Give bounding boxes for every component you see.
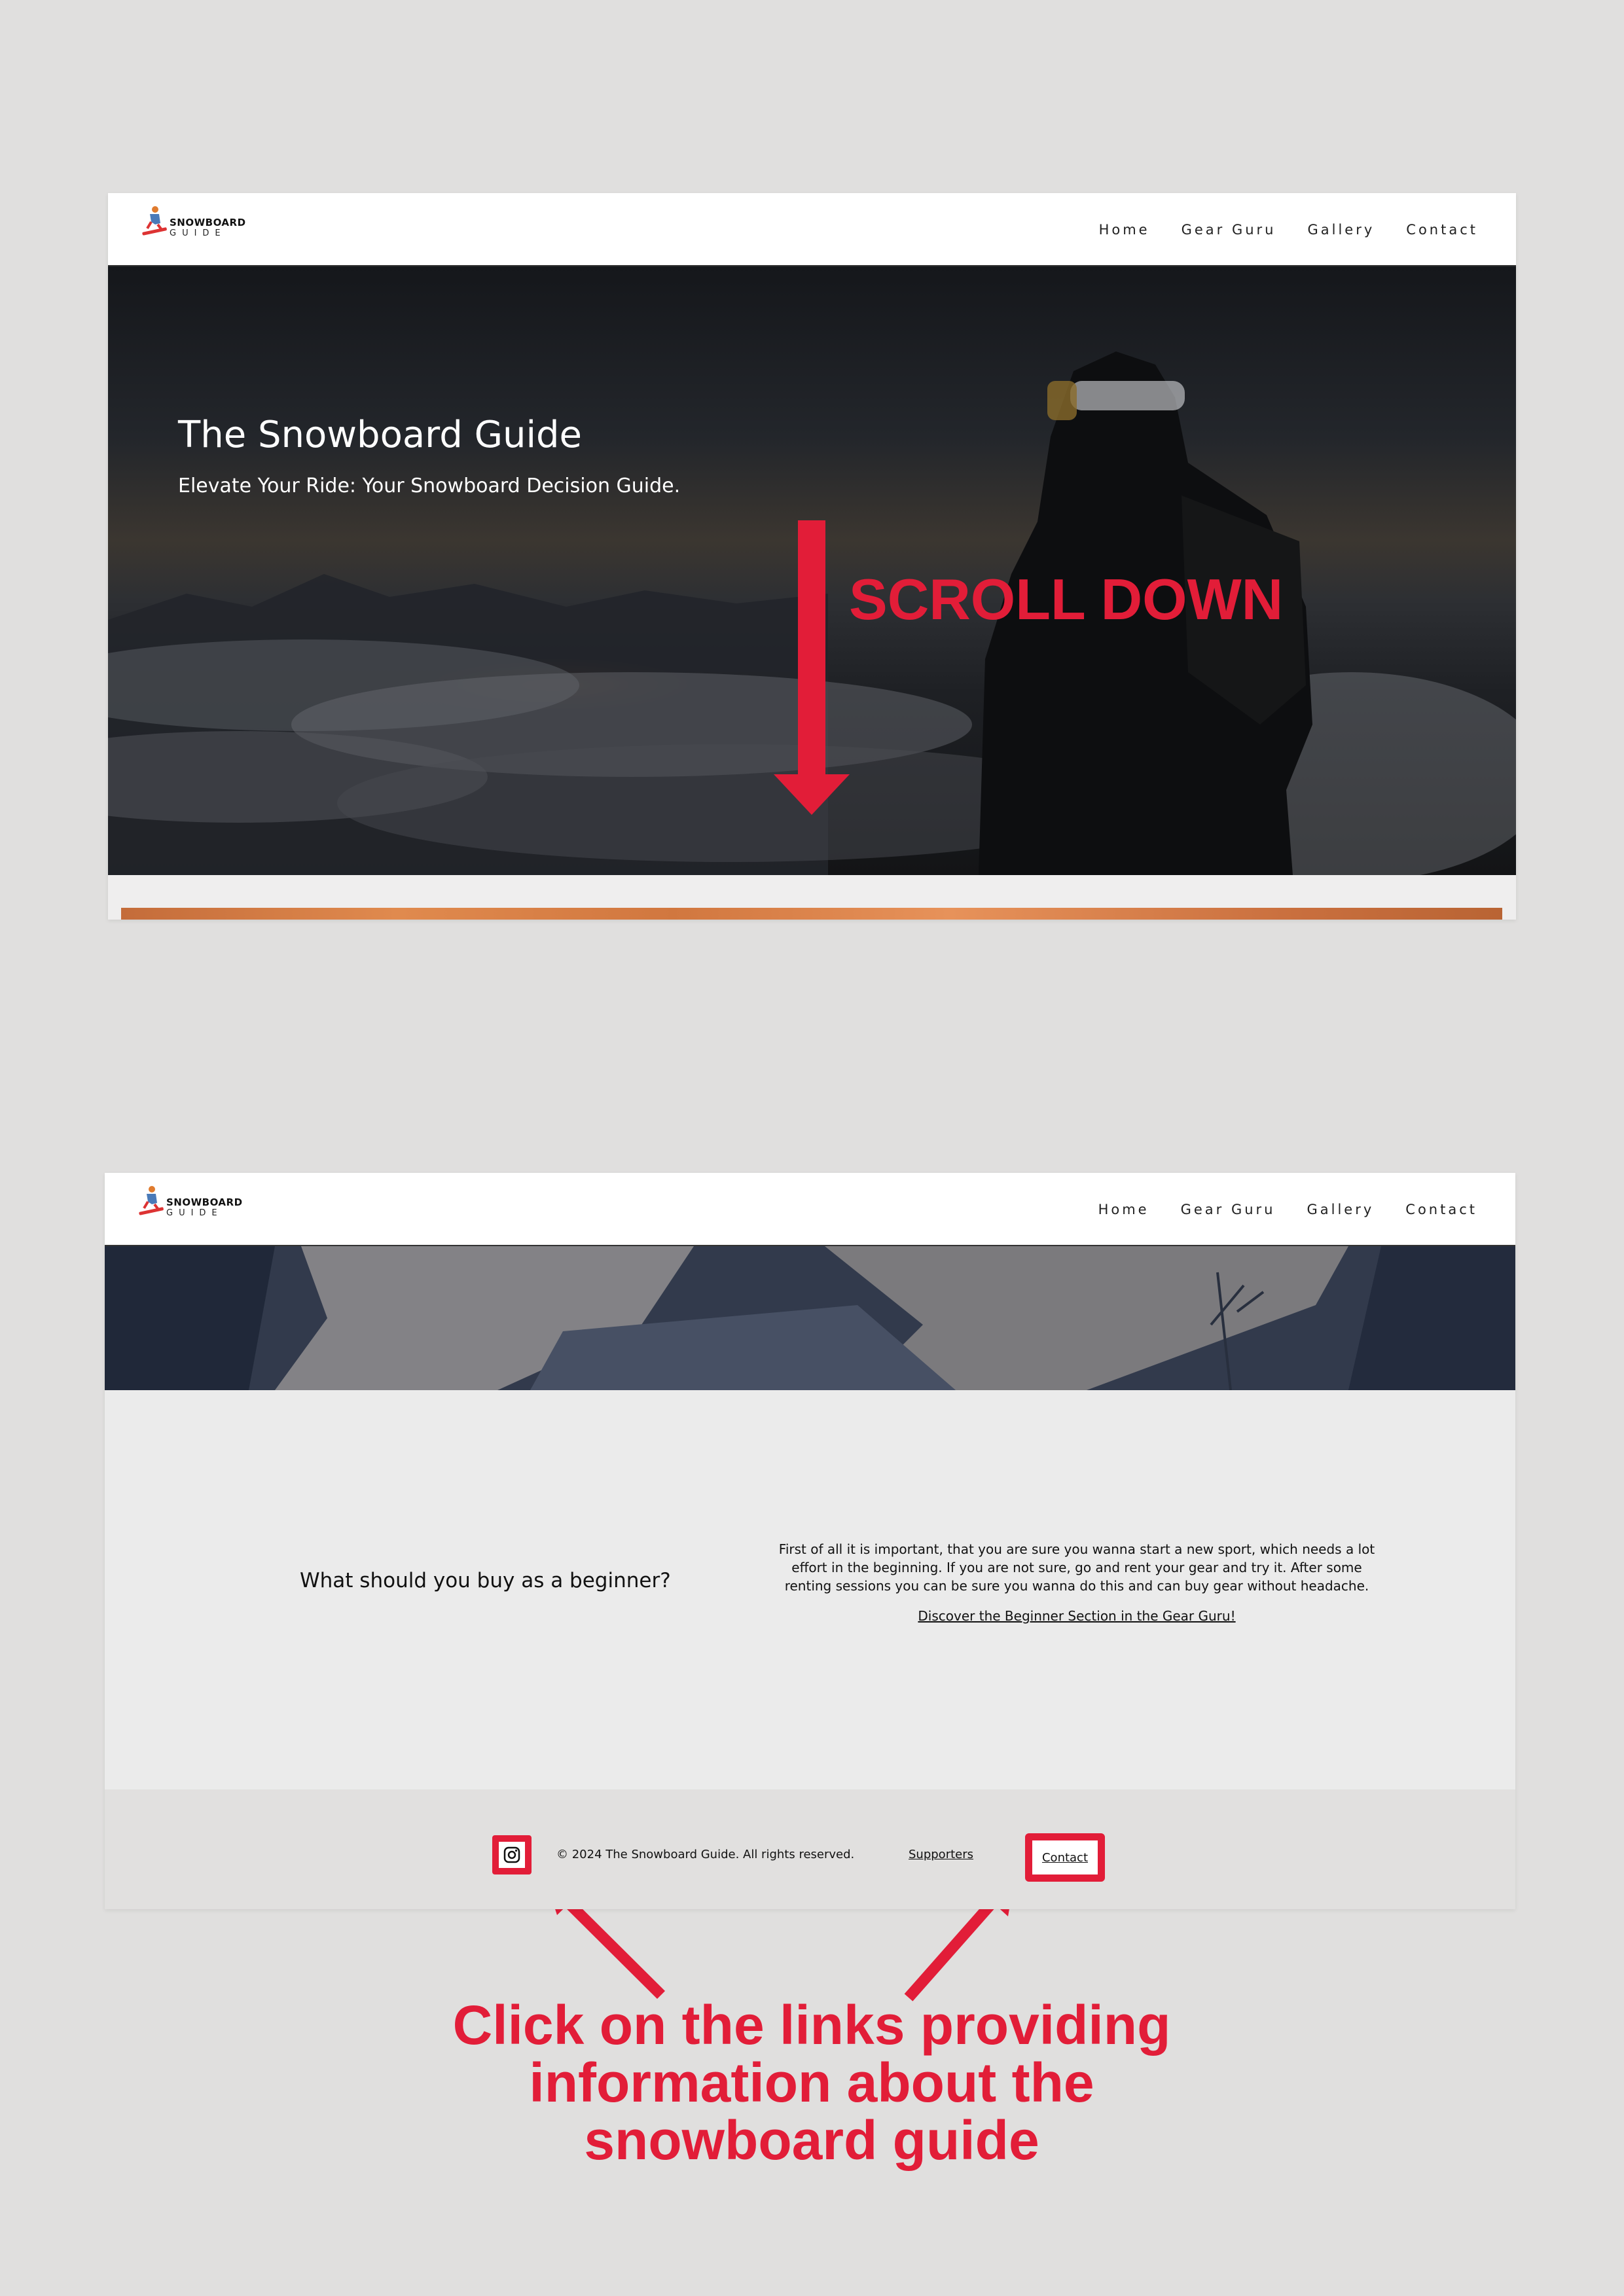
scroll-down-label: SCROLL DOWN — [849, 567, 1284, 632]
screenshot-beginner: SNOWBOARD GUIDE Home Gear Guru Gallery C… — [105, 1173, 1515, 1909]
nav-home[interactable]: Home — [1098, 1202, 1149, 1217]
site-logo[interactable]: SNOWBOARD GUIDE — [137, 1185, 242, 1224]
logo-text-top: SNOWBOARD — [166, 1196, 243, 1208]
instagram-link[interactable] — [492, 1835, 532, 1874]
contact-link[interactable]: Contact — [1042, 1851, 1088, 1865]
beginner-section: What should you buy as a beginner? First… — [105, 1390, 1515, 1789]
instruction-text: Click on the links providing information… — [452, 1994, 1171, 2171]
snow-banner-image — [105, 1246, 1515, 1390]
nav-contact[interactable]: Contact — [1405, 1202, 1477, 1217]
nav-gallery[interactable]: Gallery — [1307, 1202, 1375, 1217]
snow-landscape-image — [105, 1246, 1515, 1390]
supporters-link[interactable]: Supporters — [909, 1848, 973, 1861]
beginner-link-wrap: Discover the Beginner Section in the Gea… — [769, 1608, 1384, 1624]
scroll-down-arrow — [774, 520, 850, 815]
navbar: SNOWBOARD GUIDE Home Gear Guru Gallery C… — [105, 1173, 1515, 1246]
contact-highlight: Contact — [1025, 1833, 1105, 1882]
main-nav: Home Gear Guru Gallery Contact — [1098, 1202, 1477, 1217]
beginner-answer: First of all it is important, that you a… — [778, 1541, 1375, 1594]
snowboarder-icon — [139, 1186, 164, 1215]
site-footer: © 2024 The Snowboard Guide. All rights r… — [105, 1789, 1515, 1909]
beginner-question: What should you buy as a beginner? — [300, 1569, 671, 1592]
instagram-icon — [503, 1846, 520, 1863]
annotation-layer — [545, 520, 1015, 2001]
nav-gear-guru[interactable]: Gear Guru — [1181, 1202, 1276, 1217]
logo-text-bottom: GUIDE — [166, 1208, 223, 1218]
gear-guru-beginner-link[interactable]: Discover the Beginner Section in the Gea… — [918, 1608, 1235, 1624]
copyright-text: © 2024 The Snowboard Guide. All rights r… — [556, 1848, 855, 1861]
